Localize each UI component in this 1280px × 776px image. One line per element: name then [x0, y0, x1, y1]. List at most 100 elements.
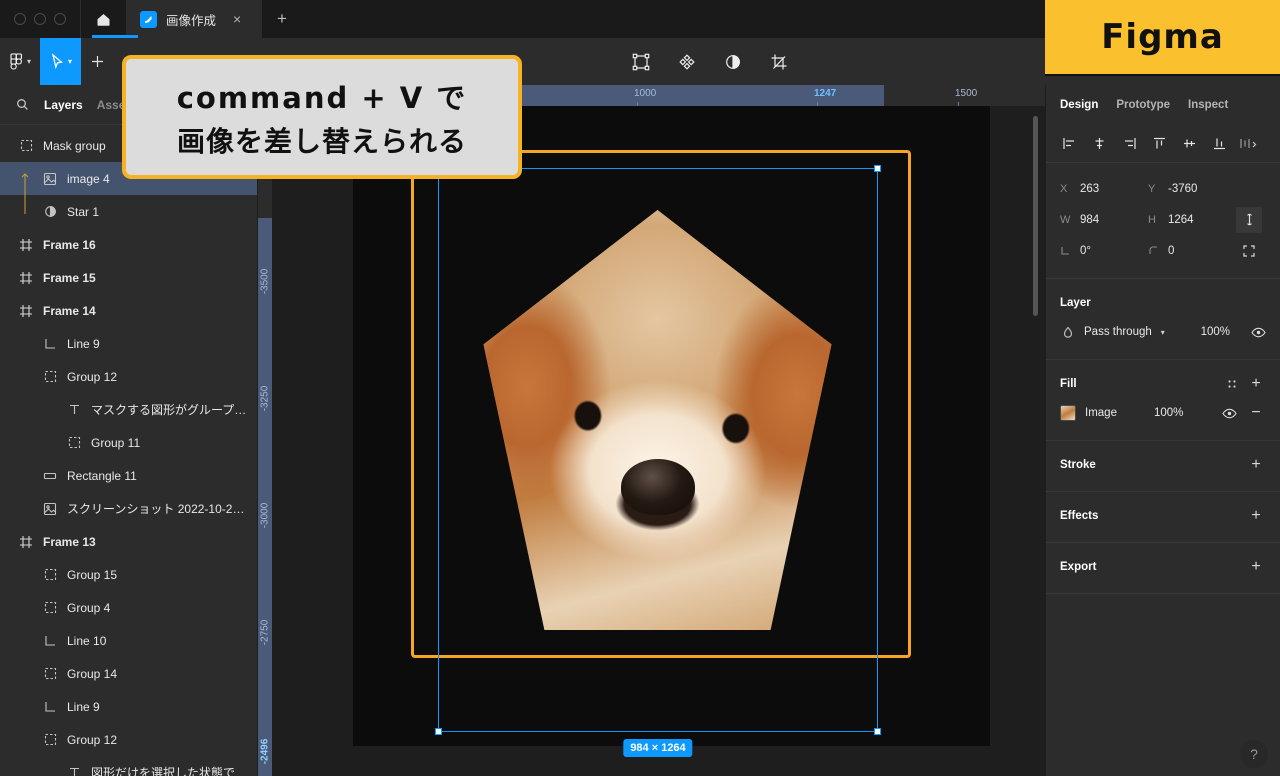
layer-name: Frame 16 [43, 237, 96, 252]
figma-menu-icon[interactable]: ▾ [0, 38, 40, 85]
left-sidebar: Layers Assets Mask group image 4 Star 1 Fra… [0, 85, 258, 776]
remove-fill-button[interactable]: − [1246, 405, 1266, 421]
layer-row[interactable]: Group 11 [0, 426, 257, 459]
tab-layers[interactable]: Layers [44, 98, 83, 112]
layer-row[interactable]: Group 12 [0, 723, 257, 756]
ruler-tick-label: -3250 [259, 385, 271, 412]
layer-opacity-value[interactable]: 100% [1201, 326, 1230, 338]
layer-row[interactable]: Frame 16 [0, 228, 257, 261]
add-stroke-button[interactable]: + [1246, 457, 1266, 473]
region-tool[interactable] [81, 38, 114, 85]
add-effect-button[interactable]: + [1246, 508, 1266, 524]
group-icon [42, 600, 58, 616]
align-left-icon[interactable] [1054, 129, 1084, 159]
export-section-title: Export [1060, 561, 1097, 573]
layer-row[interactable]: Group 14 [0, 657, 257, 690]
cursor-move-icon[interactable]: ▾ [40, 38, 82, 85]
style-grid-icon[interactable] [1224, 376, 1240, 392]
crop-icon[interactable] [766, 38, 792, 85]
layer-row[interactable]: Frame 13 [0, 525, 257, 558]
add-fill-button[interactable]: + [1246, 376, 1266, 392]
layer-name: Line 9 [67, 699, 100, 714]
home-icon[interactable] [80, 0, 126, 38]
group-icon [66, 435, 82, 451]
layer-row[interactable]: スクリーンショット 2022-10-2… [0, 492, 257, 525]
layer-row[interactable]: Group 12 [0, 360, 257, 393]
frame-icon [18, 534, 34, 550]
frame-icon [18, 303, 34, 319]
new-tab-button[interactable]: + [262, 0, 302, 38]
add-export-button[interactable]: + [1246, 559, 1266, 575]
file-tab[interactable]: 画像作成 × [126, 0, 262, 38]
close-window-button[interactable] [14, 13, 26, 25]
minimize-window-button[interactable] [34, 13, 46, 25]
layer-name: image 4 [67, 171, 110, 186]
search-icon[interactable] [14, 97, 30, 113]
independent-corners-icon[interactable] [1236, 238, 1262, 264]
vertical-ruler[interactable]: -3500 -3250 -3000 -2750 -2496 [258, 106, 272, 776]
group-icon [42, 666, 58, 682]
width-field[interactable]: W 984 [1060, 214, 1148, 226]
y-field[interactable]: Y -3760 [1148, 183, 1236, 195]
line-icon [42, 336, 58, 352]
tab-inspect[interactable]: Inspect [1188, 99, 1228, 111]
callout-line-2: 画像を差し替えられる [176, 124, 467, 158]
group-icon [42, 567, 58, 583]
vector-edit-icon[interactable] [628, 38, 654, 85]
effects-section: Effects + [1046, 492, 1280, 543]
layer-list[interactable]: Mask group image 4 Star 1 Frame 16 Frame 15 F… [0, 125, 257, 776]
align-top-icon[interactable] [1144, 129, 1174, 159]
mask-icon[interactable] [720, 38, 746, 85]
layer-row[interactable]: Group 4 [0, 591, 257, 624]
layer-row[interactable]: Line 9 [0, 690, 257, 723]
layer-row[interactable]: 図形だけを選択した状態で [0, 756, 257, 776]
align-vertical-center-icon[interactable] [1174, 129, 1204, 159]
tab-prototype[interactable]: Prototype [1116, 99, 1170, 111]
design-canvas[interactable]: 984 × 1264 [272, 106, 1045, 776]
layer-name: Mask group [43, 138, 106, 153]
blend-mode-icon [1060, 324, 1076, 340]
selection-bounding-box[interactable]: 984 × 1264 [435, 165, 881, 757]
canvas-scrollbar[interactable] [1033, 116, 1038, 316]
layer-row[interactable]: Frame 15 [0, 261, 257, 294]
group-icon [42, 732, 58, 748]
text-icon [66, 402, 82, 418]
layer-row[interactable]: Line 9 [0, 327, 257, 360]
layer-row[interactable]: Group 15 [0, 558, 257, 591]
layer-name: Line 9 [67, 336, 100, 351]
height-field[interactable]: H 1264 [1148, 214, 1236, 226]
resize-handle-bottom-right[interactable] [874, 728, 881, 735]
layer-row[interactable]: マスクする図形がグループ… [0, 393, 257, 426]
distribute-icon[interactable] [1234, 129, 1264, 159]
frame-icon [18, 237, 34, 253]
eye-icon[interactable] [1221, 405, 1237, 421]
help-button[interactable]: ? [1240, 740, 1268, 768]
chevron-down-icon[interactable]: ▾ [1161, 328, 1165, 337]
link-constrain-icon[interactable] [1236, 206, 1262, 233]
layer-row[interactable]: Rectangle 11 [0, 459, 257, 492]
figma-logo-banner: Figma [1045, 0, 1280, 76]
maximize-window-button[interactable] [54, 13, 66, 25]
align-right-icon[interactable] [1114, 129, 1144, 159]
fill-opacity-value[interactable]: 100% [1154, 407, 1183, 419]
fill-item-row[interactable]: Image 100% − [1060, 398, 1266, 428]
eye-icon[interactable] [1250, 324, 1266, 340]
align-bottom-icon[interactable] [1204, 129, 1234, 159]
fill-section: Fill + Image 100% − [1046, 360, 1280, 441]
stroke-section-title: Stroke [1060, 459, 1096, 471]
fill-image-thumbnail[interactable] [1060, 405, 1076, 421]
rotation-field[interactable]: 0° [1060, 245, 1148, 257]
resize-handle-top-right[interactable] [874, 165, 881, 172]
chevron-down-icon: ▾ [68, 57, 73, 66]
align-horizontal-center-icon[interactable] [1084, 129, 1114, 159]
resize-handle-bottom-left[interactable] [435, 728, 442, 735]
blend-mode-row[interactable]: Pass through ▾ 100% [1060, 317, 1266, 347]
layer-row[interactable]: Star 1 [0, 195, 257, 228]
close-icon[interactable]: × [233, 12, 241, 26]
layer-row[interactable]: Line 10 [0, 624, 257, 657]
tab-design[interactable]: Design [1060, 99, 1098, 111]
component-icon[interactable] [674, 38, 700, 85]
x-field[interactable]: X 263 [1060, 183, 1148, 195]
layer-row[interactable]: Frame 14 [0, 294, 257, 327]
corner-radius-field[interactable]: 0 [1148, 245, 1236, 257]
